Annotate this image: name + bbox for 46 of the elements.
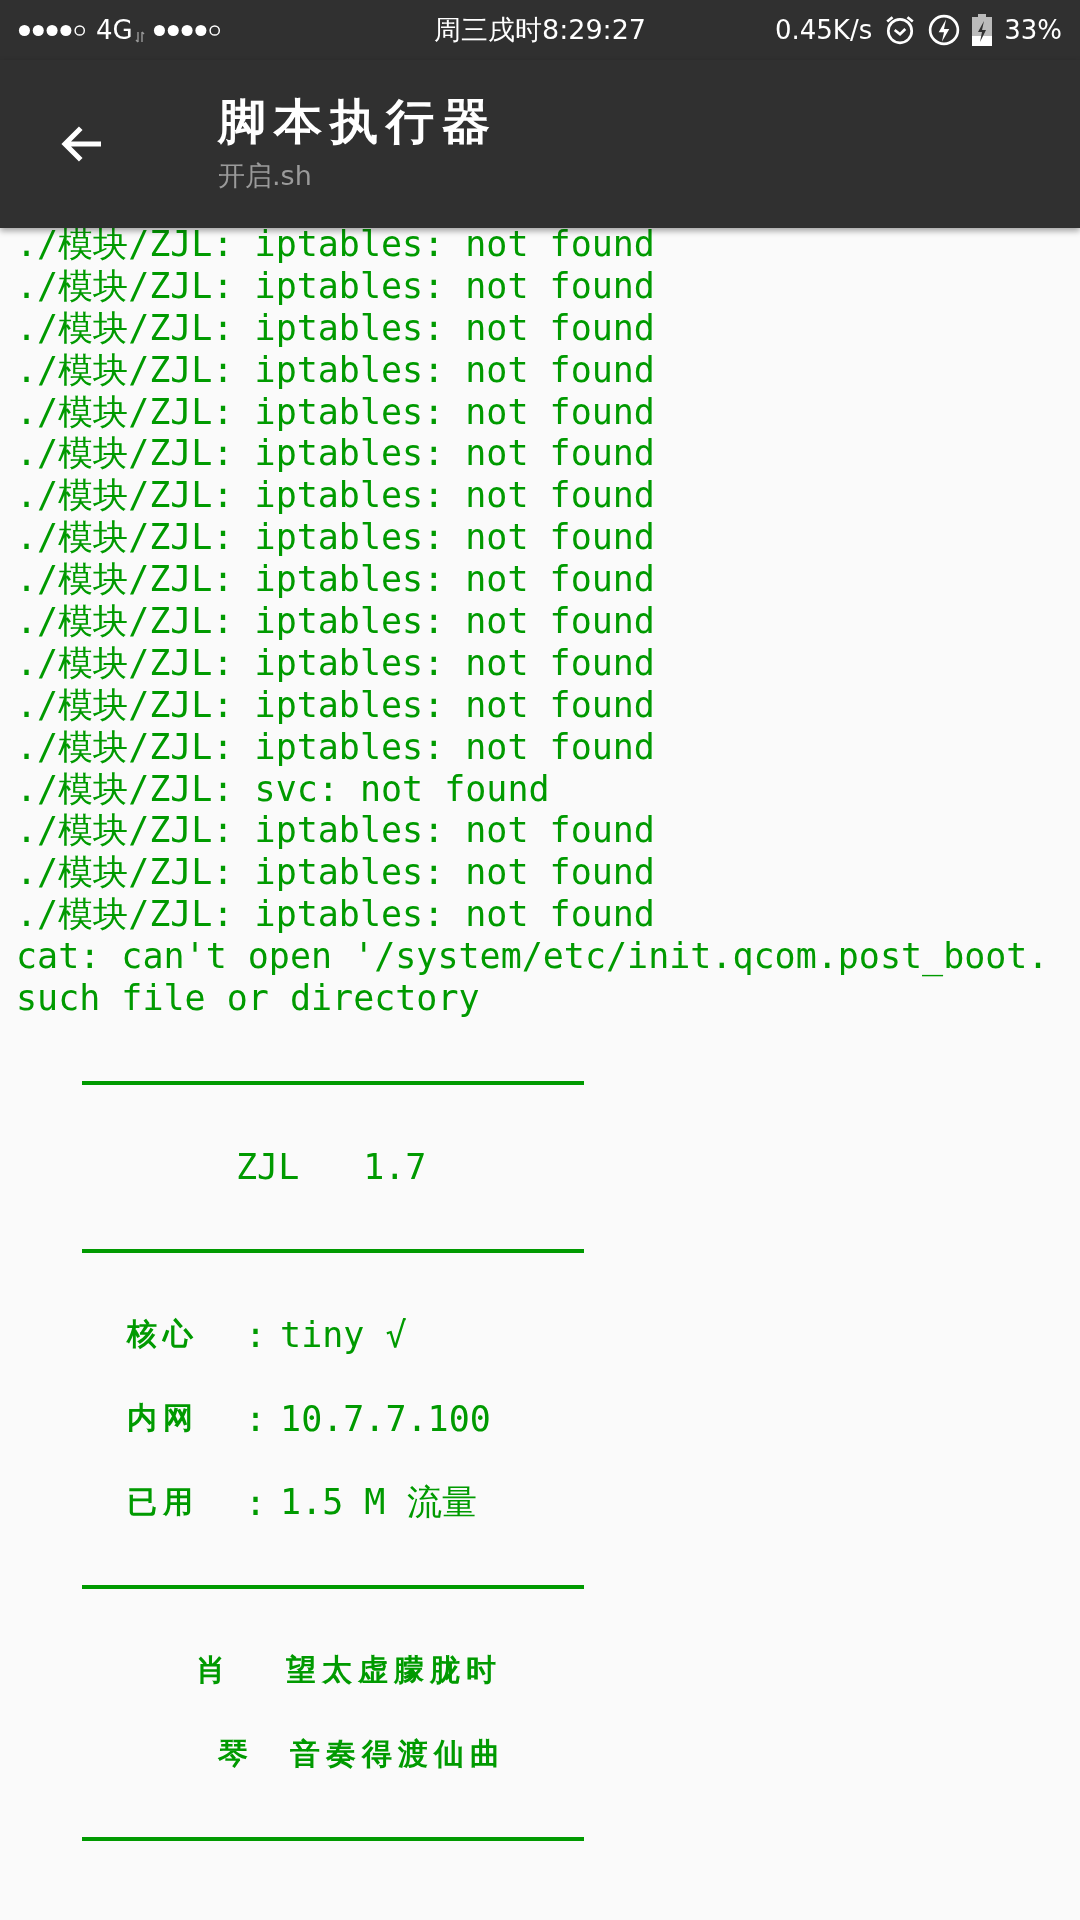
log-line: such file or directory <box>16 978 481 1020</box>
log-line: ./模块/ZJL: iptables: not found <box>16 810 656 853</box>
verse-line: 望太虚朦胧时 <box>286 1651 502 1690</box>
data-arrows-icon <box>134 30 145 44</box>
info-label: 已用 <box>127 1483 200 1522</box>
version-number: 1.7 <box>363 1146 427 1187</box>
network-type: 4G <box>96 15 133 45</box>
script-name: 开启.sh <box>218 159 313 193</box>
signal-icon <box>18 23 88 37</box>
info-label: 核心 <box>127 1315 200 1354</box>
info-value: tiny √ <box>280 1314 407 1355</box>
verse-initial: 肖 <box>196 1651 232 1690</box>
separator: : <box>245 1314 267 1355</box>
separator: : <box>245 1482 267 1523</box>
battery-icon <box>972 14 993 46</box>
log-line: ./模块/ZJL: iptables: not found <box>16 517 656 560</box>
log-line: ./模块/ZJL: svc: not found <box>16 768 551 811</box>
verse-line: 音奏得渡仙曲 <box>290 1735 506 1774</box>
alarm-clock-icon <box>884 14 917 46</box>
info-value: 1.5 M 流量 <box>280 1481 477 1525</box>
log-line: ./模块/ZJL: iptables: not found <box>16 307 656 350</box>
flash-icon <box>928 14 961 46</box>
log-line: ./模块/ZJL: iptables: not found <box>16 852 656 895</box>
module-name: ZJL <box>236 1146 300 1187</box>
log-line: ./模块/ZJL: iptables: not found <box>16 224 656 266</box>
signal-icon <box>152 23 223 37</box>
separator: : <box>245 1398 267 1439</box>
verse-initial: 琴 <box>218 1735 254 1774</box>
log-line: ./模块/ZJL: iptables: not found <box>16 894 656 937</box>
info-label: 内网 <box>127 1399 200 1438</box>
log-line: ./模块/ZJL: iptables: not found <box>16 642 656 685</box>
log-line: ./模块/ZJL: iptables: not found <box>16 726 656 769</box>
log-line: cat: can't open '/system/etc/init.qcom.post_boot. <box>16 936 1050 979</box>
info-value: 10.7.7.100 <box>280 1398 491 1439</box>
app-title: 脚本执行器 <box>218 92 498 151</box>
clock: 周三戌时8:29:27 <box>433 13 647 47</box>
battery-percent: 33% <box>1004 15 1062 45</box>
log-line: ./模块/ZJL: iptables: not found <box>16 265 656 308</box>
log-line: ./模块/ZJL: iptables: not found <box>16 475 656 518</box>
log-line: ./模块/ZJL: iptables: not found <box>16 684 656 727</box>
log-line: ./模块/ZJL: iptables: not found <box>16 559 656 601</box>
log-line: ./模块/ZJL: iptables: not found <box>16 601 656 643</box>
network-speed: 0.45K/s <box>774 15 873 45</box>
log-line: ./模块/ZJL: iptables: not found <box>16 349 656 392</box>
log-line: ./模块/ZJL: iptables: not found <box>16 391 656 434</box>
log-line: ./模块/ZJL: iptables: not found <box>16 433 656 476</box>
